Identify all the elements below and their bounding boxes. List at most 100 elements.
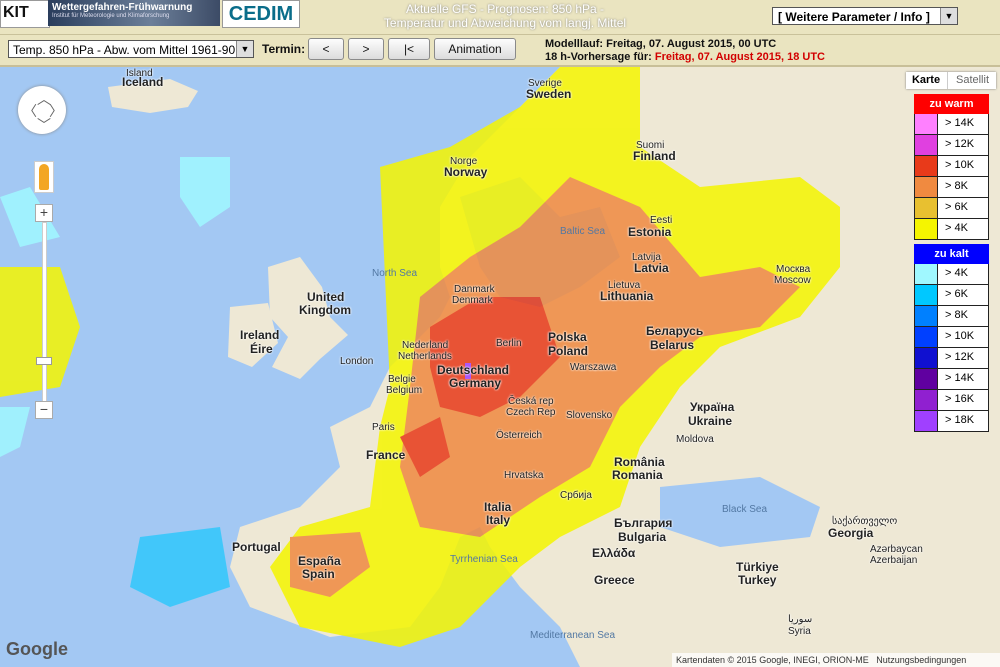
- legend-cold-row: > 4K: [914, 264, 989, 285]
- label-black-sea: Black Sea: [722, 504, 768, 515]
- kit-logo[interactable]: KIT: [0, 0, 50, 28]
- legend-swatch: [915, 219, 938, 239]
- label-georgia: Georgia: [828, 526, 874, 540]
- legend-label: > 10K: [945, 159, 975, 171]
- legend-label: > 4K: [945, 267, 968, 279]
- chevron-down-icon: ▼: [940, 8, 957, 24]
- variable-select-label: Temp. 850 hPa - Abw. vom Mittel 1961-90: [13, 43, 236, 57]
- legend-swatch: [915, 177, 938, 197]
- previous-button[interactable]: <: [308, 38, 344, 60]
- label-latvia: Latvia: [634, 261, 669, 275]
- forecast-time: Freitag, 07. August 2015, 18 UTC: [654, 51, 825, 63]
- zoom-slider-handle[interactable]: [36, 357, 52, 365]
- label-poland: Poland: [548, 344, 589, 358]
- legend-warm-row: > 8K: [914, 177, 989, 198]
- label-estonia: Estonia: [628, 225, 672, 239]
- label-ellada: Ελλάδα: [592, 546, 636, 560]
- anomaly-cold-portugal: [130, 527, 230, 607]
- legend-cold-rows: > 4K > 6K > 8K > 10K > 12K > 14K > 16K > 18K: [914, 264, 989, 432]
- label-eire: Éire: [250, 342, 273, 356]
- map-type-control: Karte Satellit: [906, 72, 996, 89]
- pan-right-icon[interactable]: 〉: [49, 101, 63, 121]
- legend-label: > 6K: [945, 288, 968, 300]
- label-iceland: Iceland: [122, 75, 164, 89]
- label-srbija: Србија: [560, 490, 592, 501]
- label-belarus-cyr: Беларусь: [646, 324, 704, 338]
- legend-swatch: [915, 369, 938, 389]
- model-run-info: Modelllauf: Freitag, 07. August 2015, 00…: [545, 38, 825, 64]
- legend-cold-row: > 8K: [914, 306, 989, 327]
- label-spain: Spain: [302, 567, 335, 581]
- street-view-pegman[interactable]: [34, 161, 54, 193]
- animation-button[interactable]: Animation: [434, 38, 516, 60]
- label-sweden: Sweden: [526, 87, 572, 101]
- pan-control[interactable]: ︿ ﹀ 〈 〉: [18, 86, 66, 134]
- britain-land: [268, 257, 348, 379]
- zoom-out-button[interactable]: −: [35, 401, 53, 419]
- map-area[interactable]: Island Iceland Sverige Sweden Norge Norw…: [0, 67, 1000, 667]
- label-denmark: Denmark: [452, 295, 493, 306]
- parameter-info-select[interactable]: [ Weitere Parameter / Info ] ▼: [772, 7, 958, 25]
- label-warszawa: Warszawa: [570, 362, 617, 373]
- map-type-karte[interactable]: Karte: [906, 72, 946, 89]
- legend-warm-rows: > 14K > 12K > 10K > 8K > 6K > 4K: [914, 114, 989, 240]
- page-title: Aktuelle GFS - Prognosen: 850 hPa - Temp…: [380, 2, 630, 30]
- banner-subtitle: Institut für Meteorologie und Klimaforsc…: [52, 13, 170, 19]
- legend-label: > 14K: [945, 372, 975, 384]
- label-baltic-sea: Baltic Sea: [560, 226, 606, 237]
- legend-label: > 14K: [945, 117, 975, 129]
- first-button[interactable]: |<: [388, 38, 430, 60]
- zoom-slider-track[interactable]: [42, 222, 47, 404]
- legend-swatch: [915, 306, 938, 326]
- label-norway: Norway: [444, 165, 488, 179]
- label-slovensko: Slovensko: [566, 410, 613, 421]
- chevron-down-icon: ▼: [236, 41, 253, 57]
- map-attribution: Kartendaten © 2015 Google, INEGI, ORION-…: [672, 653, 1000, 667]
- legend-swatch: [915, 411, 938, 431]
- label-czech: Czech Rep: [506, 407, 556, 418]
- legend-swatch: [915, 348, 938, 368]
- label-kingdom: Kingdom: [299, 303, 351, 317]
- zoom-in-button[interactable]: +: [35, 204, 53, 222]
- label-hrvatska: Hrvatska: [504, 470, 544, 481]
- variable-select[interactable]: Temp. 850 hPa - Abw. vom Mittel 1961-90 …: [8, 40, 254, 58]
- pan-left-icon[interactable]: 〈: [23, 101, 37, 121]
- legend-label: > 8K: [945, 180, 968, 192]
- terms-link[interactable]: Nutzungsbedingungen: [876, 655, 966, 665]
- label-mediterranean: Mediterranean Sea: [530, 630, 616, 641]
- color-legend: zu warm > 14K > 12K > 10K > 8K > 6K > 4K zu k…: [914, 94, 989, 432]
- label-north-sea: North Sea: [372, 268, 418, 279]
- next-button[interactable]: >: [348, 38, 384, 60]
- label-netherlands: Netherlands: [398, 351, 452, 362]
- wettergefahren-banner[interactable]: Wettergefahren-Frühwarnung Institut für …: [48, 0, 220, 26]
- legend-label: > 16K: [945, 393, 975, 405]
- header-bar: KIT Wettergefahren-Frühwarnung Institut …: [0, 0, 1000, 35]
- legend-label: > 6K: [945, 201, 968, 213]
- label-finland: Finland: [633, 149, 676, 163]
- label-syria: Syria: [788, 626, 811, 637]
- cedim-logo[interactable]: CEDIM: [222, 0, 300, 28]
- legend-swatch: [915, 114, 938, 134]
- legend-swatch: [915, 198, 938, 218]
- banner-title: Wettergefahren-Frühwarnung: [52, 2, 193, 13]
- cedim-logo-text: CEDIM: [228, 3, 294, 25]
- legend-warm-row: > 6K: [914, 198, 989, 219]
- legend-warm-row: > 14K: [914, 114, 989, 135]
- parameter-info-label: [ Weitere Parameter / Info ]: [778, 10, 930, 24]
- label-ireland: Ireland: [240, 328, 280, 342]
- kit-logo-text: KIT: [3, 4, 29, 21]
- label-italy: Italy: [486, 513, 511, 527]
- legend-warm-row: > 4K: [914, 219, 989, 240]
- map-type-satellit[interactable]: Satellit: [947, 72, 997, 89]
- legend-cold-row: > 16K: [914, 390, 989, 411]
- legend-cold-row: > 12K: [914, 348, 989, 369]
- forecast-info: 18 h-Vorhersage für: Freitag, 07. August…: [545, 51, 825, 64]
- attribution-text: Kartendaten © 2015 Google, INEGI, ORION-…: [676, 655, 869, 665]
- title-line-2: Temperatur und Abweichung vom langj. Mit…: [383, 16, 627, 30]
- legend-label: > 4K: [945, 222, 968, 234]
- legend-label: > 10K: [945, 330, 975, 342]
- label-bulgaria: Bulgaria: [618, 530, 667, 544]
- anomaly-west-yellow: [0, 267, 80, 397]
- label-paris: Paris: [372, 422, 395, 433]
- label-azerbaijan: Azerbaijan: [870, 555, 918, 566]
